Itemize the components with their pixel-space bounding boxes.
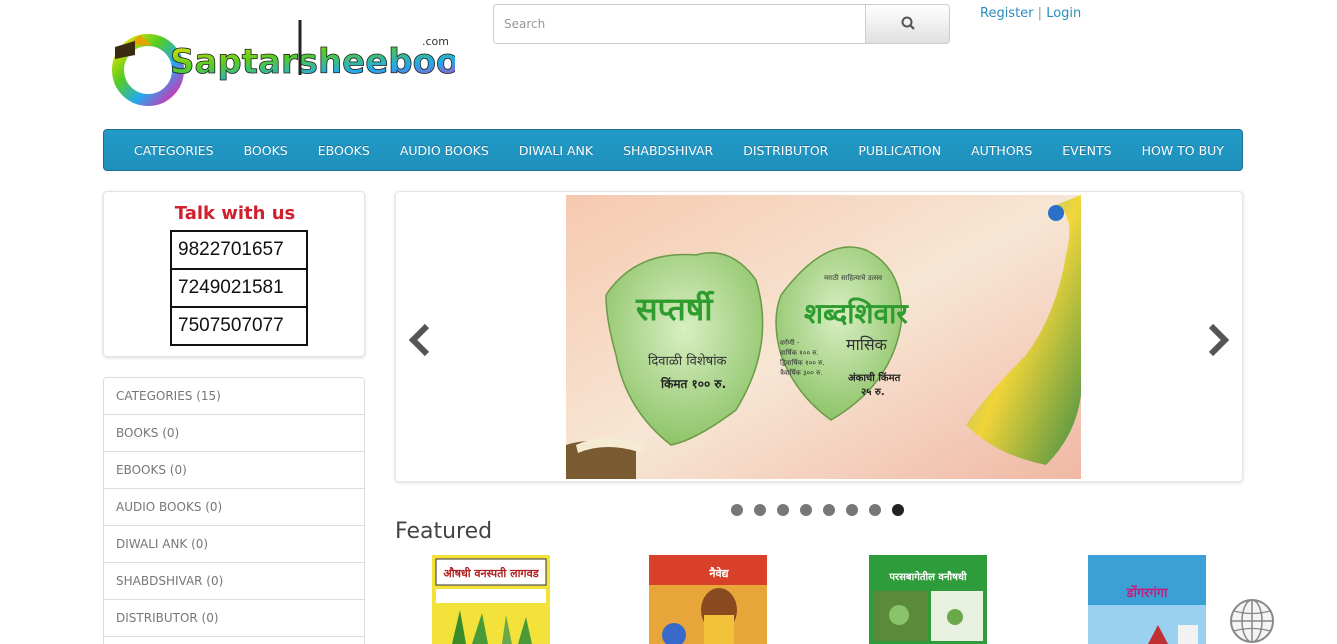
nav-item-shabdshivar[interactable]: SHABDSHIVAR (608, 143, 728, 158)
svg-text:सप्तर्षी: सप्तर्षी (635, 290, 715, 328)
book-title: परसबागेतील वनौषधी (888, 570, 967, 583)
main-nav: CATEGORIES BOOKS EBOOKS AUDIO BOOKS DIWA… (103, 129, 1243, 171)
nav-item-publication[interactable]: PUBLICATION (843, 143, 956, 158)
carousel-pagination (731, 504, 904, 516)
carousel-dot-active[interactable] (892, 504, 904, 516)
banner-image[interactable]: सप्तर्षी दिवाळी विशेषांक किंमत १०० रु. म… (566, 195, 1081, 479)
featured-heading: Featured (395, 519, 493, 544)
book-title: नैवेद्य (708, 566, 729, 580)
nav-item-books[interactable]: BOOKS (229, 143, 303, 158)
register-link[interactable]: Register (980, 6, 1034, 21)
category-list: CATEGORIES (15) BOOKS (0) EBOOKS (0) AUD… (103, 377, 365, 644)
globe-icon (1230, 599, 1274, 643)
book-title: औषधी वनस्पती लागवड (443, 566, 539, 580)
nav-item-categories[interactable]: CATEGORIES (119, 143, 229, 158)
auth-separator: | (1037, 6, 1043, 21)
svg-text:त्रैवार्षिक ३०० रु.: त्रैवार्षिक ३०० रु. (780, 368, 823, 377)
category-item[interactable]: BOOKS (0) (104, 415, 364, 452)
svg-text:शब्दशिवार: शब्दशिवार (804, 297, 909, 330)
category-item[interactable]: CATEGORIES (15) (104, 378, 364, 415)
carousel-dot[interactable] (846, 504, 858, 516)
svg-text:वार्षिक १०० रु.: वार्षिक १०० रु. (780, 348, 819, 357)
book-title: डोंगरगंगा (1126, 585, 1169, 601)
search-bar (493, 4, 950, 44)
svg-text:द्विवार्षिक १०० रु.: द्विवार्षिक १०० रु. (780, 358, 825, 367)
featured-book[interactable]: परसबागेतील वनौषधी (869, 555, 987, 644)
category-item[interactable]: SHABDSHIVAR (0) (104, 563, 364, 600)
nav-item-audio-books[interactable]: AUDIO BOOKS (385, 143, 504, 158)
contact-title: Talk with us (174, 203, 296, 224)
phone-number: 7249021581 (170, 268, 308, 308)
nav-item-distributor[interactable]: DISTRIBUTOR (728, 143, 843, 158)
svg-text:मराठी साहित्याचे उत्सव: मराठी साहित्याचे उत्सव (824, 273, 882, 282)
carousel-dot[interactable] (754, 504, 766, 516)
carousel-dot[interactable] (800, 504, 812, 516)
svg-text:Saptarsheebooks: Saptarsheebooks (170, 42, 455, 82)
site-logo[interactable]: Saptarsheebooks .com (110, 15, 503, 110)
svg-text:अंकाची किंमत: अंकाची किंमत (848, 371, 902, 384)
svg-text:वर्गणी -: वर्गणी - (780, 338, 800, 347)
chevron-right-icon (1208, 323, 1230, 357)
carousel-dot[interactable] (869, 504, 881, 516)
svg-text:किंमत १०० रु.: किंमत १०० रु. (660, 376, 726, 391)
chevron-left-icon (408, 323, 430, 357)
svg-text:२५ रु.: २५ रु. (861, 387, 885, 398)
account-links: Register | Login (980, 6, 1081, 21)
carousel-dot[interactable] (731, 504, 743, 516)
search-input[interactable] (493, 4, 865, 44)
phone-number: 7507507077 (170, 306, 308, 346)
nav-item-how-to-buy[interactable]: HOW TO BUY (1127, 143, 1239, 158)
banner-carousel: सप्तर्षी दिवाळी विशेषांक किंमत १०० रु. म… (395, 191, 1243, 482)
nav-item-authors[interactable]: AUTHORS (956, 143, 1047, 158)
carousel-next-button[interactable] (1197, 320, 1237, 360)
phone-number: 9822701657 (170, 230, 308, 270)
nav-item-ebooks[interactable]: EBOOKS (303, 143, 385, 158)
language-globe-button[interactable] (1228, 598, 1276, 644)
svg-text:मासिक: मासिक (846, 335, 888, 354)
search-button[interactable] (865, 4, 950, 44)
login-link[interactable]: Login (1046, 6, 1081, 21)
carousel-prev-button[interactable] (401, 320, 441, 360)
svg-text:.com: .com (422, 35, 449, 48)
search-icon (901, 15, 915, 34)
carousel-dot[interactable] (823, 504, 835, 516)
category-item[interactable]: EBOOKS (0) (104, 452, 364, 489)
category-item[interactable]: DISTRIBUTOR (0) (104, 600, 364, 637)
featured-book[interactable]: औषधी वनस्पती लागवड (432, 555, 550, 644)
svg-text:दिवाळी विशेषांक: दिवाळी विशेषांक (648, 353, 728, 369)
category-item[interactable] (104, 637, 364, 644)
category-item[interactable]: AUDIO BOOKS (0) (104, 489, 364, 526)
nav-item-diwali-ank[interactable]: DIWALI ANK (504, 143, 608, 158)
featured-book[interactable]: डोंगरगंगा (1088, 555, 1206, 644)
phone-table: 9822701657 7249021581 7507507077 (170, 230, 308, 346)
category-item[interactable]: DIWALI ANK (0) (104, 526, 364, 563)
contact-box: Talk with us 9822701657 7249021581 75075… (103, 191, 365, 357)
featured-book[interactable]: नैवेद्य (649, 555, 767, 644)
carousel-dot[interactable] (777, 504, 789, 516)
nav-item-events[interactable]: EVENTS (1047, 143, 1126, 158)
